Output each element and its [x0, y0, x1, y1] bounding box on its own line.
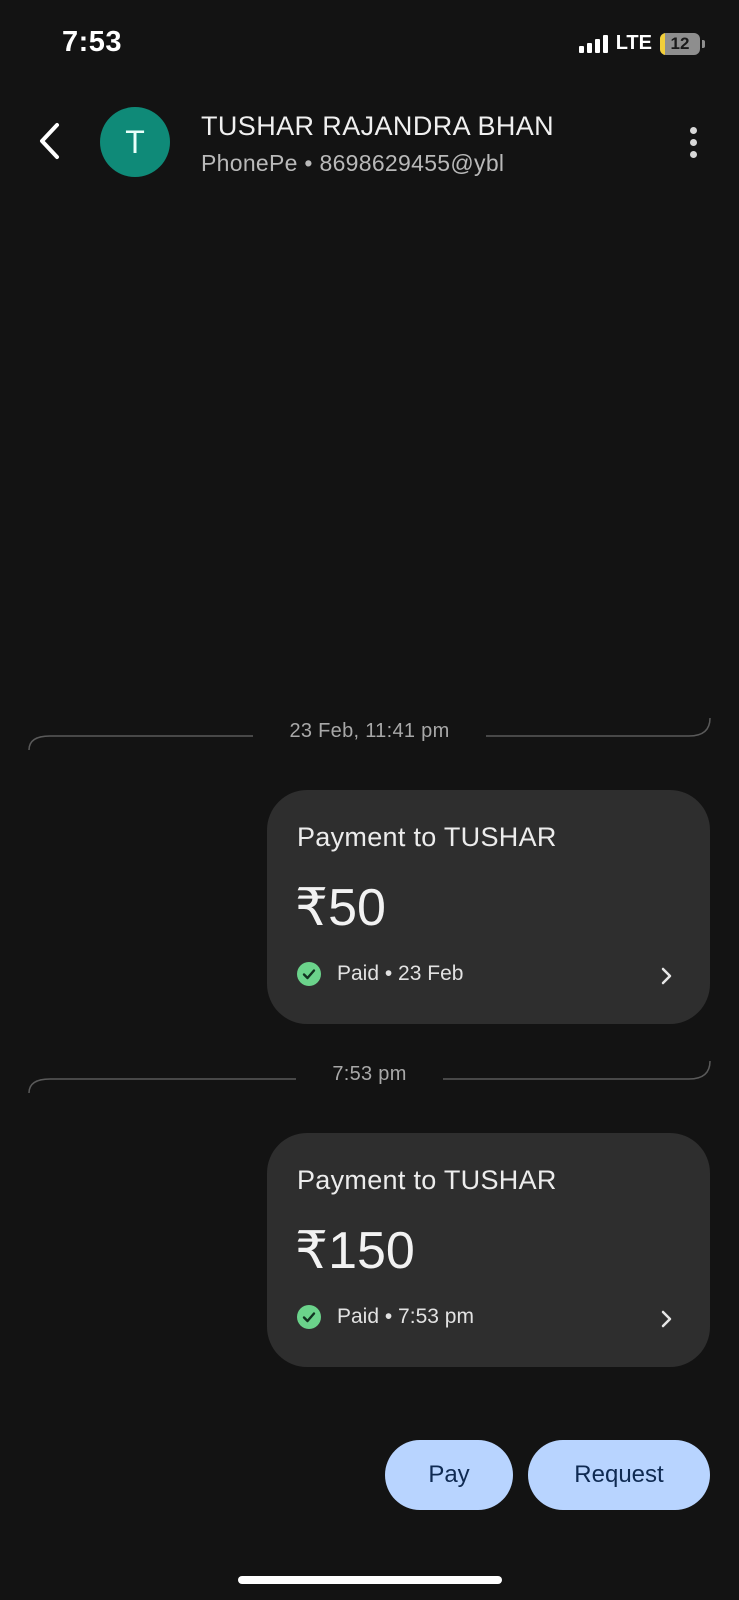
check-circle-icon — [297, 1305, 321, 1329]
status-bar-time: 7:53 — [62, 26, 123, 58]
date-separator: 7:53 pm — [28, 1055, 711, 1095]
chevron-left-icon — [40, 123, 59, 159]
pay-button[interactable]: Pay — [385, 1440, 513, 1510]
request-button[interactable]: Request — [528, 1440, 710, 1510]
payment-amount: ₹50 — [295, 879, 386, 937]
payment-status-text: Paid • 23 Feb — [337, 962, 464, 985]
chevron-right-icon — [661, 967, 672, 985]
home-indicator[interactable] — [238, 1576, 502, 1584]
chevron-right-icon — [661, 1310, 672, 1328]
contact-avatar[interactable]: T — [100, 107, 170, 177]
battery-tip — [702, 39, 705, 48]
payment-card[interactable]: Payment to TUSHAR ₹50 Paid • 23 Feb — [267, 790, 710, 1024]
payment-amount: ₹150 — [295, 1222, 415, 1280]
check-circle-icon — [297, 962, 321, 986]
network-type-label: LTE — [615, 32, 652, 54]
battery-level-text: 12 — [670, 33, 690, 53]
payment-status: Paid • 7:53 pm — [297, 1305, 474, 1329]
more-options-button[interactable] — [681, 122, 705, 162]
cellular-signal-icon — [578, 34, 608, 53]
status-bar-indicators: LTE 12 — [578, 32, 705, 55]
more-vertical-icon — [689, 126, 697, 134]
payment-title: Payment to TUSHAR — [297, 822, 557, 852]
payment-status-text: Paid • 7:53 pm — [337, 1305, 474, 1328]
payment-status: Paid • 23 Feb — [297, 962, 463, 986]
date-separator: 23 Feb, 11:41 pm — [28, 712, 711, 752]
payment-card[interactable]: Payment to TUSHAR ₹150 Paid • 7:53 pm — [267, 1133, 710, 1367]
separator-label: 23 Feb, 11:41 pm — [253, 720, 486, 742]
back-button[interactable] — [30, 118, 70, 164]
contact-name[interactable]: TUSHAR RAJANDRA BHAN — [201, 111, 554, 142]
separator-label: 7:53 pm — [296, 1063, 443, 1085]
contact-upi-subtitle: PhonePe • 8698629455@ybl — [201, 150, 505, 176]
payment-title: Payment to TUSHAR — [297, 1165, 557, 1195]
battery-icon: 12 — [660, 32, 700, 55]
